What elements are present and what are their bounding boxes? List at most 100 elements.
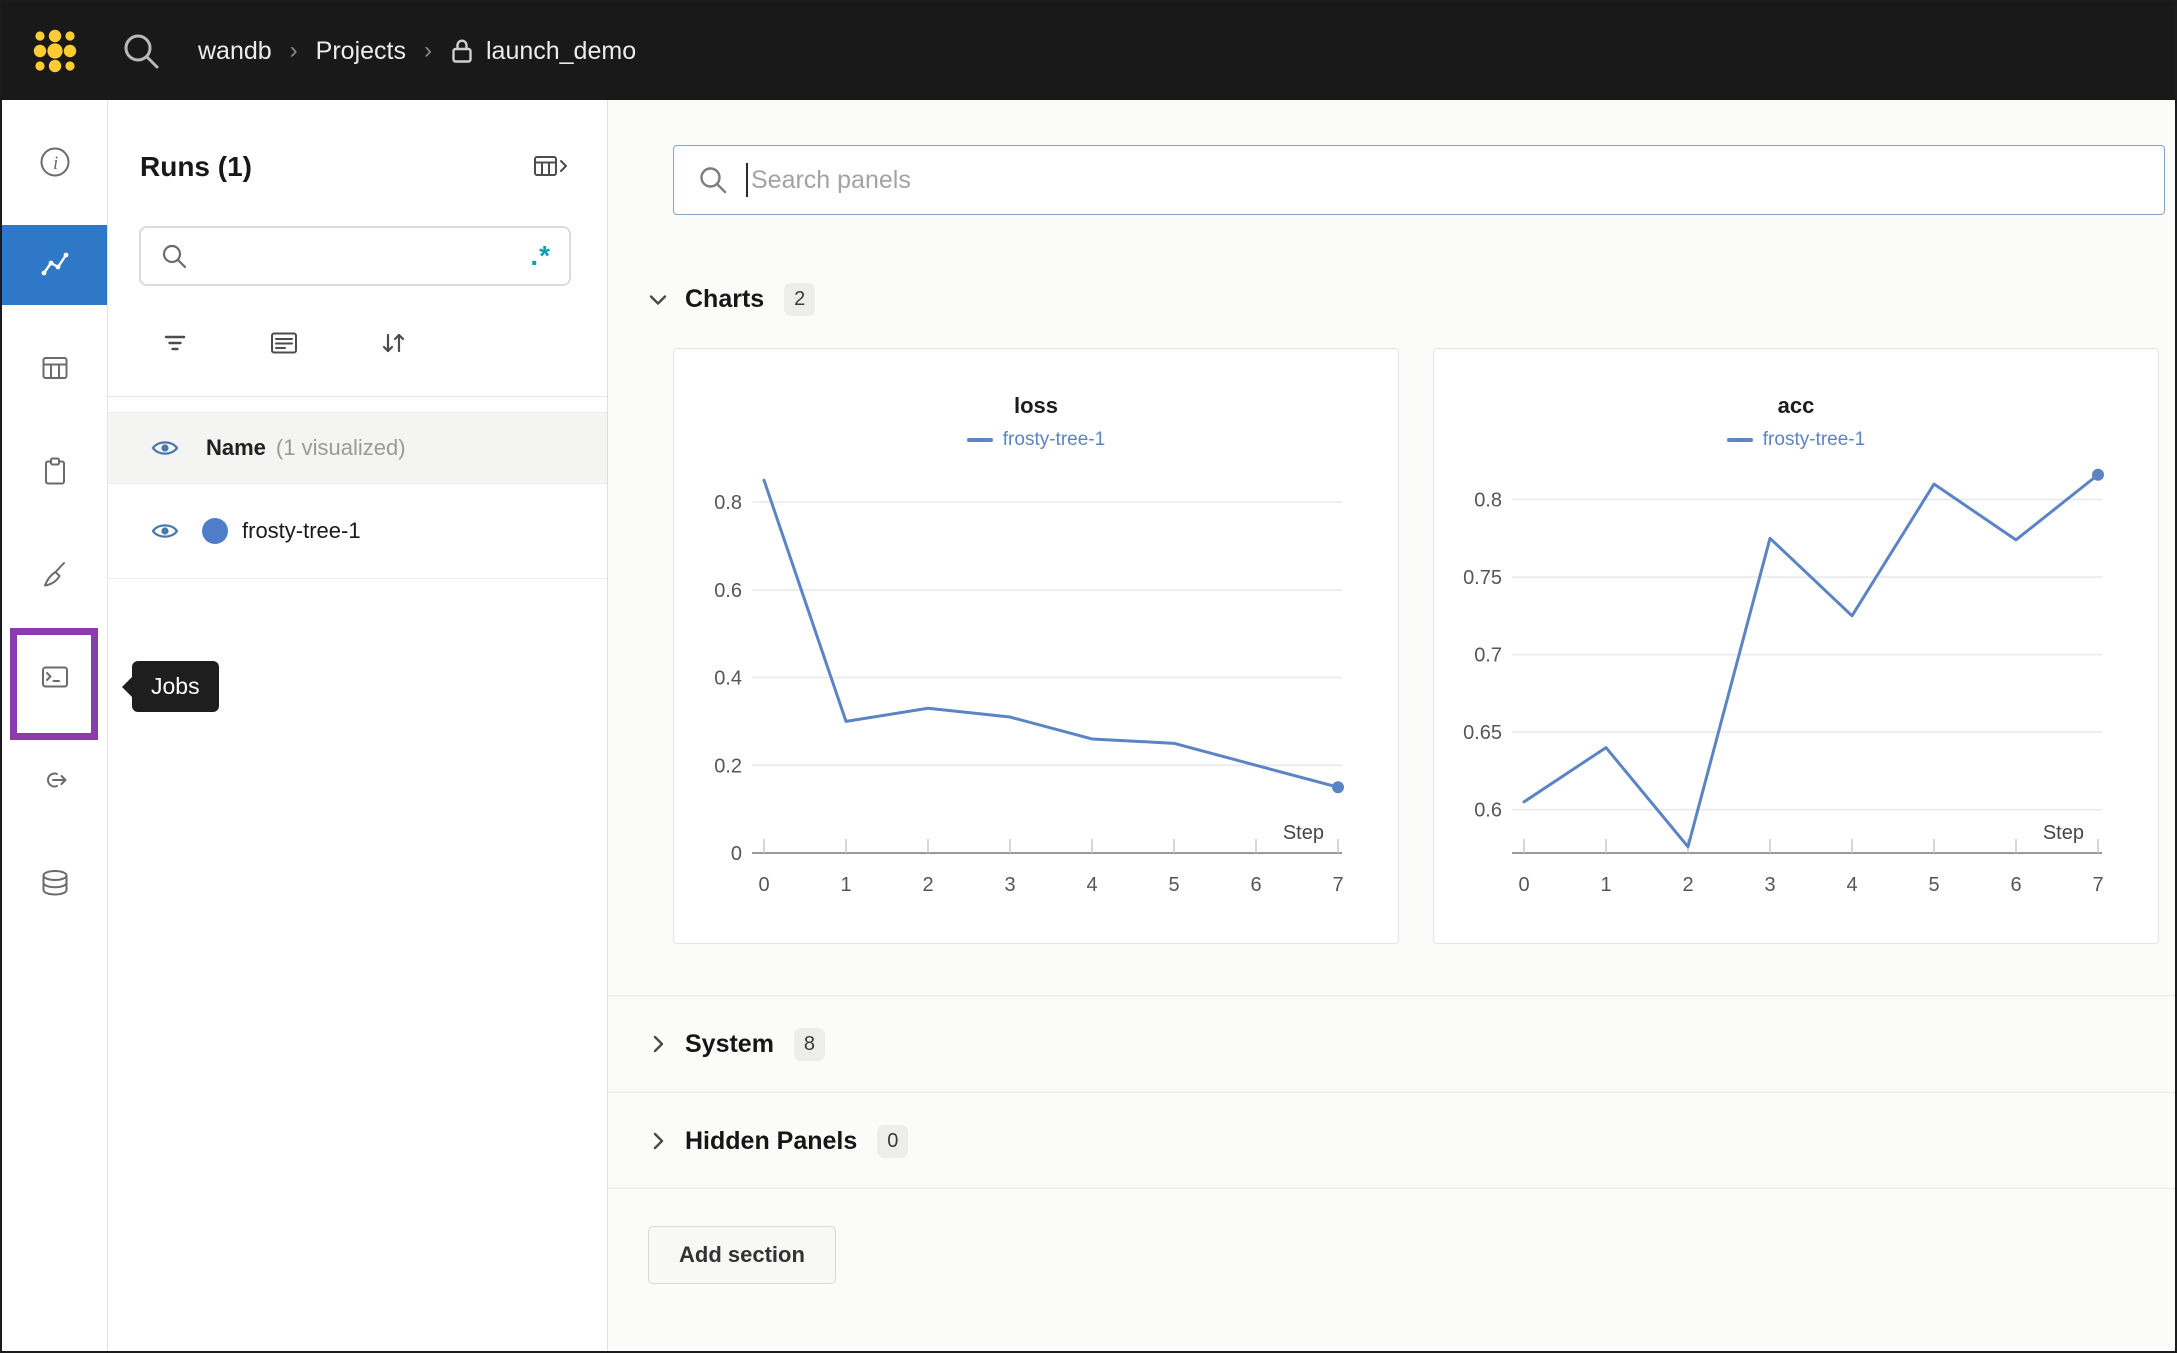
runs-panel: Runs (1) .* Name (1 visualized) frosty-t… [108,100,608,1351]
text-caret [746,163,748,197]
database-icon [42,869,67,895]
panels-search-input[interactable] [751,165,2142,195]
svg-text:5: 5 [1928,874,1939,896]
sidebar-item-overview[interactable]: i [2,110,107,213]
clipboard-icon [44,457,65,484]
visualized-count: (1 visualized) [275,435,406,460]
line-chart-icon [41,252,68,275]
terminal-icon [41,666,68,687]
chart-legend: frosty-tree-1 [966,429,1106,451]
chart-title: loss [1013,393,1059,418]
run-row[interactable]: frosty-tree-1 [108,484,607,579]
svg-text:0.6: 0.6 [714,580,742,602]
chevron-right-icon [653,1035,664,1053]
breadcrumb-item-projects[interactable]: Projects [316,37,406,66]
section-count-badge: 0 [877,1124,909,1158]
table-icon [42,356,67,379]
runs-title: Runs (1) [140,151,252,182]
panels-workspace: Charts 2 loss frosty-tree-1 0 0.2 0.4 0.6 0.… [608,100,2175,1351]
sidebar-item-charts[interactable] [2,224,107,305]
chevron-down-icon [649,294,667,305]
breadcrumb-project-name: launch_demo [485,36,637,65]
name-column-header[interactable]: Name [206,435,266,461]
svg-text:7: 7 [2092,874,2103,896]
sort-icon[interactable] [376,326,410,360]
loss-chart-plot[interactable]: 0 0.2 0.4 0.6 0.8 0 1 2 3 4 5 6 7 Step [686,457,1386,909]
sidebar-item-sweeps[interactable] [2,522,107,625]
search-icon [162,244,187,269]
svg-text:0: 0 [731,843,742,865]
svg-text:0.65: 0.65 [1463,722,1502,744]
svg-text:3: 3 [1764,874,1775,896]
panels-search-box[interactable] [673,145,2165,215]
breadcrumb: wandb › Projects › launch_demo [198,37,636,66]
svg-text:0.4: 0.4 [714,668,742,690]
svg-text:5: 5 [1168,874,1179,896]
svg-text:0.6: 0.6 [1474,800,1502,822]
chart-title: acc [1777,393,1815,418]
sidebar-item-logs[interactable] [2,419,107,522]
add-section-button[interactable]: Add section [648,1226,836,1284]
section-header-system[interactable]: System 8 [646,1024,2175,1064]
group-list-icon[interactable] [267,326,301,360]
section-divider [608,1092,2175,1093]
svg-text:0.8: 0.8 [714,492,742,514]
search-icon[interactable] [118,28,164,74]
runs-table-header-row: Name (1 visualized) [108,412,607,484]
sidebar-item-artifacts[interactable] [2,831,107,934]
sidebar-item-automations[interactable] [2,728,107,831]
svg-text:Step: Step [1283,822,1324,844]
chart-panel-loss[interactable]: loss frosty-tree-1 0 0.2 0.4 0.6 0.8 0 1 2 3 4 5 6 7… [673,348,1399,944]
lock-icon [452,39,472,63]
svg-text:7: 7 [1332,874,1343,896]
section-count-badge: 8 [793,1027,825,1061]
wandb-logo[interactable] [26,22,84,80]
sidebar-item-tables[interactable] [2,316,107,419]
runs-search-input[interactable] [201,243,531,269]
svg-text:0.75: 0.75 [1463,567,1502,589]
svg-text:3: 3 [1004,874,1015,896]
regex-toggle[interactable]: .* [530,242,551,270]
acc-chart-plot[interactable]: 0.6 0.65 0.7 0.75 0.8 0 1 2 3 4 5 6 7 Step [1446,457,2146,909]
svg-text:0: 0 [758,874,769,896]
search-icon [700,167,727,194]
breadcrumb-separator: › [289,37,298,64]
info-icon: i [40,147,69,176]
svg-text:0: 0 [1518,874,1529,896]
run-name[interactable]: frosty-tree-1 [242,518,361,544]
legend-label: frosty-tree-1 [1002,429,1106,450]
svg-text:i: i [53,153,58,174]
section-divider [608,995,2175,996]
expand-table-icon[interactable] [531,150,571,184]
topbar: wandb › Projects › launch_demo [2,2,2175,100]
svg-text:4: 4 [1086,874,1097,896]
broom-icon [43,561,65,586]
breadcrumb-item-project[interactable]: launch_demo [450,37,636,66]
charts-grid: loss frosty-tree-1 0 0.2 0.4 0.6 0.8 0 1 2 3 4 5 6 7… [673,348,2165,944]
svg-text:2: 2 [922,874,933,896]
svg-text:0.2: 0.2 [714,755,742,777]
legend-label: frosty-tree-1 [1762,429,1866,450]
section-divider [608,1188,2175,1189]
jobs-tooltip: Jobs [132,661,219,712]
section-label: System [685,1029,774,1058]
section-count-badge: 2 [784,283,816,316]
sidebar-item-jobs[interactable] [2,625,107,728]
visibility-eye-icon[interactable] [150,434,180,462]
section-header-hidden-panels[interactable]: Hidden Panels 0 [646,1121,2175,1161]
app-window: wandb › Projects › launch_demo i Jobs Ru… [0,0,2177,1353]
chart-legend: frosty-tree-1 [1726,429,1866,451]
run-color-dot [202,518,228,544]
chart-panel-acc[interactable]: acc frosty-tree-1 0.6 0.65 0.7 0.75 0.8 0 1 2 3 4… [1433,348,2159,944]
svg-text:0.8: 0.8 [1474,490,1502,512]
section-header-charts[interactable]: Charts 2 [646,283,2175,316]
filter-icon[interactable] [158,326,192,360]
breadcrumb-item-entity[interactable]: wandb [198,37,272,66]
svg-text:2: 2 [1682,874,1693,896]
breadcrumb-separator: › [423,37,432,64]
runs-search-box[interactable]: .* [139,226,571,286]
svg-text:Step: Step [2043,822,2084,844]
svg-text:1: 1 [840,874,851,896]
svg-text:0.7: 0.7 [1474,645,1502,667]
visibility-eye-icon[interactable] [150,517,180,545]
